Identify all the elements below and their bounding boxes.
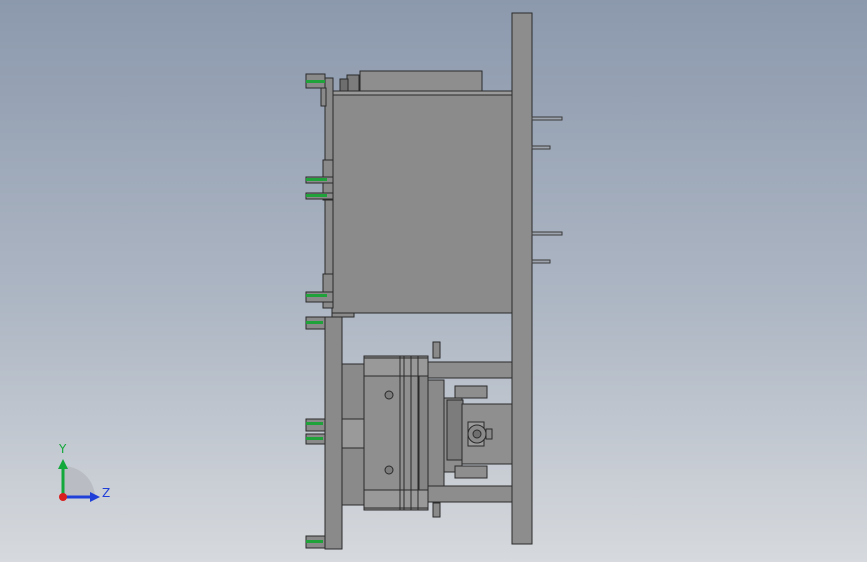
- screw-head: [384, 465, 394, 475]
- axis-y-label: Y: [59, 442, 67, 456]
- back-plate[interactable]: [511, 12, 533, 545]
- coordinate-triad: [58, 459, 100, 502]
- lower-slide-assembly[interactable]: [305, 316, 513, 550]
- axis-z-label: Z: [102, 486, 111, 500]
- upper-mold-block[interactable]: [331, 94, 513, 314]
- screw-head: [384, 390, 394, 400]
- axis-y-arrow: [58, 459, 68, 469]
- ejector-pins: [531, 116, 563, 264]
- upper-mold-assembly[interactable]: [305, 70, 513, 318]
- cad-viewport[interactable]: Y Z: [0, 0, 867, 562]
- axis-x-origin: [59, 493, 67, 501]
- model-drawing[interactable]: [0, 0, 867, 562]
- axis-z-arrow: [90, 492, 100, 502]
